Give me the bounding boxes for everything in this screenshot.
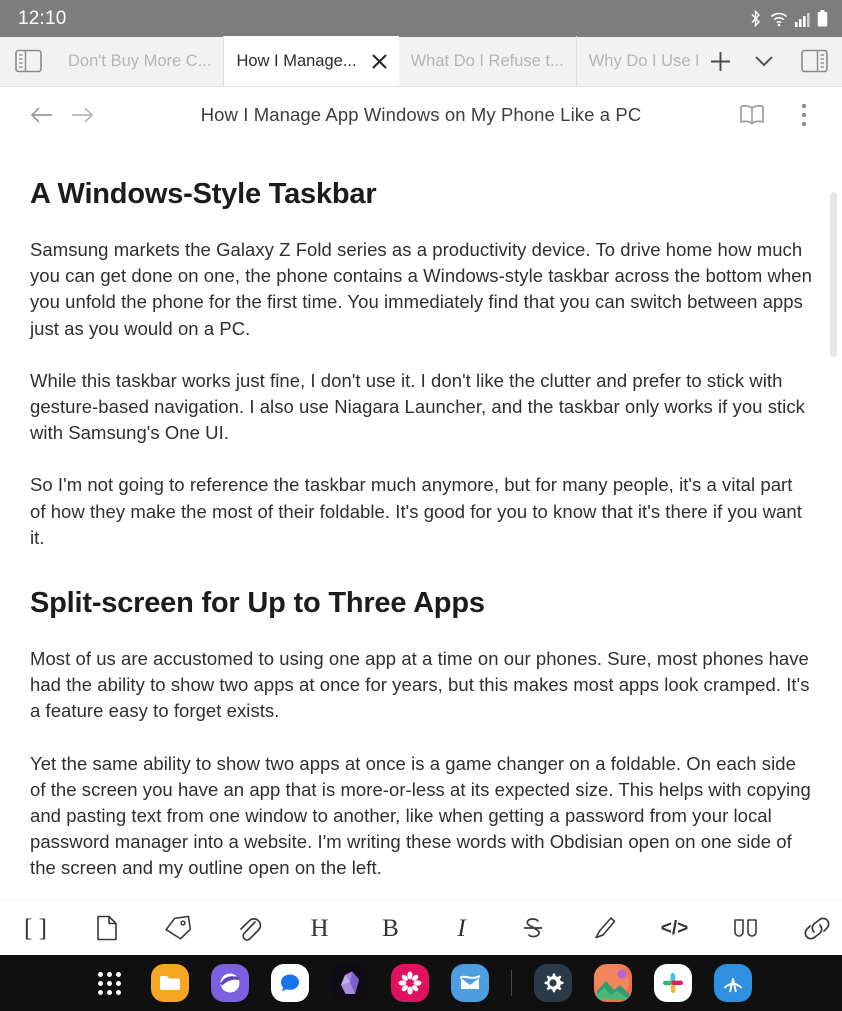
obsidian-icon bbox=[340, 971, 359, 994]
messages-app[interactable] bbox=[270, 964, 309, 1002]
close-icon[interactable] bbox=[369, 50, 391, 72]
forward-arrow-icon bbox=[72, 106, 94, 123]
settings-app[interactable] bbox=[533, 964, 572, 1002]
tab-2[interactable]: What Do I Refuse t... bbox=[399, 36, 577, 86]
plus-icon bbox=[710, 51, 730, 71]
paragraph: Yet the same ability to show two apps at… bbox=[30, 752, 811, 879]
back-button[interactable] bbox=[22, 95, 62, 135]
article-content: well on my Galaxy Z Fold 5. A Windows-St… bbox=[0, 142, 842, 899]
tab-bar: Don't Buy More C... How I Manage... What… bbox=[0, 36, 842, 87]
section-heading-split-screen: Split-screen for Up to Three Apps bbox=[30, 587, 485, 620]
gallery-flower-icon bbox=[398, 971, 421, 995]
tag-icon bbox=[164, 915, 191, 940]
more-options-icon bbox=[801, 103, 807, 126]
bold-button[interactable]: B bbox=[355, 901, 426, 955]
document-header: How I Manage App Windows on My Phone Lik… bbox=[0, 87, 842, 142]
close-glyph bbox=[372, 53, 387, 69]
blockquote-button[interactable] bbox=[710, 901, 781, 955]
new-tab-button[interactable] bbox=[698, 36, 742, 86]
tab-1-active[interactable]: How I Manage... bbox=[224, 36, 399, 86]
heading-icon: H bbox=[310, 914, 329, 942]
italic-button[interactable]: I bbox=[426, 901, 497, 955]
strikethrough-button[interactable] bbox=[497, 901, 568, 955]
photos-app[interactable] bbox=[593, 964, 632, 1002]
new-note-icon bbox=[96, 915, 117, 941]
status-clock: 12:10 bbox=[18, 7, 67, 29]
highlighter-button[interactable] bbox=[568, 901, 639, 955]
mail-app[interactable] bbox=[450, 964, 489, 1002]
back-arrow-icon bbox=[30, 106, 52, 123]
tab-label: Why Do I Use Linu... bbox=[588, 51, 698, 70]
page-title: How I Manage App Windows on My Phone Lik… bbox=[200, 103, 642, 125]
dock-separator bbox=[510, 970, 512, 996]
wifi-icon bbox=[770, 12, 788, 27]
left-sidebar-toggle-icon bbox=[14, 49, 42, 73]
attachment-button[interactable] bbox=[213, 901, 284, 955]
app-drawer-icon bbox=[98, 971, 121, 995]
tab-label: How I Manage... bbox=[236, 51, 357, 70]
bluetooth-icon bbox=[751, 10, 760, 27]
podcast-icon bbox=[723, 978, 742, 993]
phone-screen: 12:10 Don't Buy More C... How I Manage..… bbox=[0, 0, 842, 1011]
heading-button[interactable]: H bbox=[284, 901, 355, 955]
brackets-icon: [ ] bbox=[24, 914, 47, 942]
paragraph: So I'm not going to reference the taskba… bbox=[30, 474, 802, 548]
slack-icon bbox=[662, 973, 683, 993]
forward-button[interactable] bbox=[62, 95, 102, 135]
book-reading-mode-icon bbox=[740, 104, 764, 124]
section-heading-taskbar: A Windows-Style Taskbar bbox=[30, 178, 377, 210]
editor-format-toolbar: [ ] H B I </> bbox=[0, 900, 842, 955]
bold-icon: B bbox=[382, 914, 399, 942]
app-drawer-button[interactable] bbox=[91, 964, 129, 1002]
settings-gear-icon bbox=[544, 973, 563, 993]
italic-icon: I bbox=[457, 914, 466, 942]
link-button[interactable] bbox=[781, 901, 842, 955]
slack-app[interactable] bbox=[653, 964, 692, 1002]
header-actions bbox=[732, 95, 824, 135]
tag-button[interactable] bbox=[142, 901, 213, 955]
right-sidebar-toggle-button[interactable] bbox=[786, 36, 842, 86]
my-files-app[interactable] bbox=[150, 964, 189, 1002]
mail-icon bbox=[458, 975, 480, 989]
vertical-scrollbar[interactable] bbox=[830, 192, 837, 357]
code-icon: </> bbox=[660, 917, 689, 939]
tab-0[interactable]: Don't Buy More C... bbox=[56, 36, 225, 86]
status-icons bbox=[748, 10, 828, 27]
strikethrough-icon bbox=[523, 918, 542, 938]
more-options-button[interactable] bbox=[784, 95, 824, 135]
system-dock bbox=[0, 955, 842, 1011]
paragraph: Most of us are accustomed to using one a… bbox=[30, 648, 810, 722]
brackets-button[interactable]: [ ] bbox=[0, 901, 71, 955]
link-icon bbox=[804, 917, 829, 940]
tab-3[interactable]: Why Do I Use Linu... bbox=[577, 36, 698, 86]
status-bar: 12:10 bbox=[0, 0, 842, 37]
code-button[interactable]: </> bbox=[639, 901, 710, 955]
tabs-strip: Don't Buy More C... How I Manage... What… bbox=[56, 36, 698, 86]
left-sidebar-toggle-button[interactable] bbox=[0, 36, 56, 86]
obsidian-app[interactable] bbox=[330, 964, 369, 1002]
podcast-app[interactable] bbox=[713, 964, 752, 1002]
paragraph: While this taskbar works just fine, I do… bbox=[30, 369, 805, 444]
article-scroll-region[interactable]: well on my Galaxy Z Fold 5. A Windows-St… bbox=[0, 142, 842, 899]
chevron-down-icon bbox=[755, 56, 773, 67]
battery-icon bbox=[817, 10, 828, 27]
samsung-internet-app[interactable] bbox=[210, 964, 249, 1002]
messages-icon bbox=[280, 974, 299, 992]
right-sidebar-toggle-icon bbox=[800, 49, 828, 73]
tab-label: Don't Buy More C... bbox=[68, 51, 212, 70]
paragraph: Samsung markets the Galaxy Z Fold series… bbox=[30, 239, 812, 339]
tab-label: What Do I Refuse t... bbox=[410, 51, 564, 70]
samsung-internet-icon bbox=[219, 973, 240, 993]
reading-mode-button[interactable] bbox=[732, 95, 772, 135]
blockquote-icon bbox=[733, 919, 757, 937]
signal-icon bbox=[795, 13, 810, 27]
attachment-paperclip-icon bbox=[239, 917, 261, 941]
new-note-button[interactable] bbox=[71, 901, 142, 955]
highlighter-icon bbox=[594, 917, 615, 939]
my-files-icon bbox=[159, 976, 180, 990]
gallery-app[interactable] bbox=[390, 964, 429, 1002]
tab-list-button[interactable] bbox=[742, 36, 786, 86]
photos-icon bbox=[596, 967, 629, 999]
